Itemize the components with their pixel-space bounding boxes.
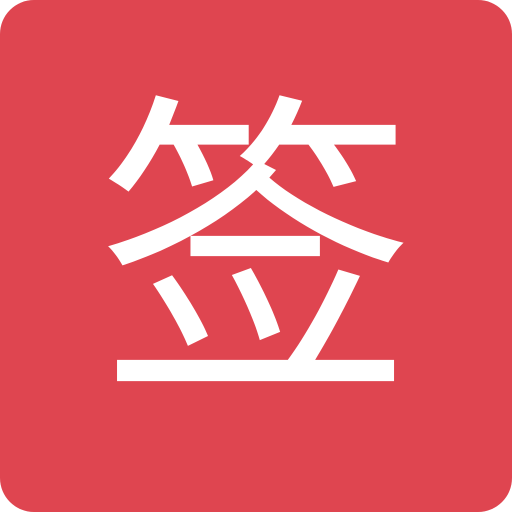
qian-glyph: 签 [97, 69, 415, 439]
app-icon: 签 [0, 0, 512, 512]
